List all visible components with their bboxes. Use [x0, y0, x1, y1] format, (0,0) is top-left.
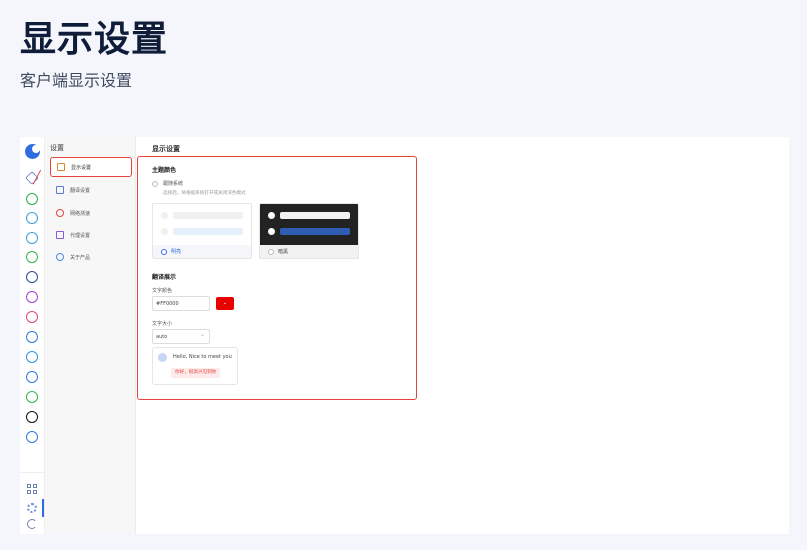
- active-indicator: [42, 499, 44, 517]
- preview-dot: [268, 212, 275, 219]
- preview-bar: [173, 212, 243, 219]
- whatsapp-icon[interactable]: [26, 193, 38, 205]
- light-theme-label: 明亮: [171, 249, 182, 255]
- app-screenshot: 设置 显示设置 翻译设置 网络测速 代理设置 关于产品 显示设置 主题颜色 跟随…: [20, 137, 789, 534]
- line-icon[interactable]: [26, 251, 38, 263]
- nav-item-label: 显示设置: [71, 164, 92, 171]
- avatar: [158, 353, 167, 362]
- preview-translation: 你好，很高兴见到你: [171, 368, 221, 378]
- nav-item-display[interactable]: 显示设置: [50, 157, 132, 177]
- rail-divider: [20, 472, 45, 473]
- telegram-icon[interactable]: [26, 212, 38, 224]
- apps-grid-icon[interactable]: [27, 484, 37, 494]
- settings-nav-title: 设置: [50, 144, 64, 152]
- nav-item-label: 网络测速: [70, 210, 91, 217]
- logout-icon[interactable]: [27, 519, 37, 529]
- content-title: 显示设置: [152, 145, 180, 153]
- preview-bar: [280, 212, 350, 219]
- dark-theme-label: 暗黑: [278, 249, 289, 255]
- preview-dot: [161, 228, 168, 235]
- text-size-label: 文字大小: [152, 321, 173, 327]
- theme-option-footer: 明亮: [153, 245, 251, 258]
- theme-option-light[interactable]: 明亮: [152, 203, 252, 259]
- theme-option-footer: 暗黑: [260, 245, 358, 258]
- text-color-input[interactable]: #FF0000: [152, 296, 210, 311]
- settings-nav: 设置 显示设置 翻译设置 网络测速 代理设置 关于产品: [45, 137, 136, 534]
- settings-content: 显示设置 主题颜色 跟随系统 选择后，将根据系统打开或关闭深色模式 明亮 暗黑: [136, 137, 789, 534]
- preview-dot: [161, 212, 168, 219]
- app-icon-rail: [20, 137, 45, 534]
- theme-section-title: 主题颜色: [152, 167, 177, 174]
- app-logo-icon: [25, 144, 40, 159]
- nav-item-label: 关于产品: [70, 254, 91, 261]
- dark-theme-radio[interactable]: [268, 248, 274, 255]
- page-heading: 显示设置: [20, 19, 169, 60]
- add-icon[interactable]: [26, 431, 38, 443]
- preview-dot: [268, 228, 275, 235]
- messenger-icon[interactable]: [26, 371, 38, 383]
- text-color-label: 文字颜色: [152, 288, 173, 294]
- nav-item-speedtest[interactable]: 网络测速: [50, 203, 132, 223]
- color-picker-button[interactable]: ⌄: [216, 297, 234, 310]
- chevron-down-icon: ⌄: [222, 300, 228, 306]
- page-subheading: 客户端显示设置: [20, 71, 133, 90]
- preview-bar: [173, 228, 243, 235]
- twitter-icon[interactable]: [26, 351, 38, 363]
- preview-bar: [280, 228, 350, 235]
- messenger-icon[interactable]: [26, 291, 38, 303]
- light-theme-radio[interactable]: [161, 248, 167, 255]
- monitor-icon: [57, 163, 65, 171]
- translate-icon: [56, 186, 64, 194]
- preview-message: Hello, Nice to meet you: [173, 354, 232, 360]
- facebook-icon[interactable]: [26, 271, 38, 283]
- tiktok-icon[interactable]: [26, 411, 38, 423]
- translation-preview: Hello, Nice to meet you 你好，很高兴见到你: [152, 347, 238, 385]
- nav-item-label: 翻译设置: [70, 187, 91, 194]
- nav-item-about[interactable]: 关于产品: [50, 247, 132, 267]
- follow-system-radio[interactable]: [152, 181, 158, 187]
- wechat-icon[interactable]: [26, 391, 38, 403]
- speedometer-icon: [56, 209, 64, 217]
- instagram-icon[interactable]: [26, 311, 38, 323]
- translation-section-title: 翻译展示: [152, 274, 177, 281]
- zalo-icon[interactable]: [26, 331, 38, 343]
- proxy-icon: [56, 231, 64, 239]
- nav-item-translation[interactable]: 翻译设置: [50, 180, 132, 200]
- telegram-icon[interactable]: [26, 232, 38, 244]
- nav-item-proxy[interactable]: 代理设置: [50, 225, 132, 245]
- settings-gear-icon[interactable]: [27, 503, 37, 513]
- user-icon: [56, 253, 64, 261]
- follow-system-hint: 选择后，将根据系统打开或关闭深色模式: [163, 191, 246, 196]
- theme-option-dark[interactable]: 暗黑: [259, 203, 359, 259]
- nav-item-label: 代理设置: [70, 232, 91, 239]
- text-size-select[interactable]: auto: [152, 329, 210, 344]
- follow-system-label: 跟随系统: [163, 181, 184, 187]
